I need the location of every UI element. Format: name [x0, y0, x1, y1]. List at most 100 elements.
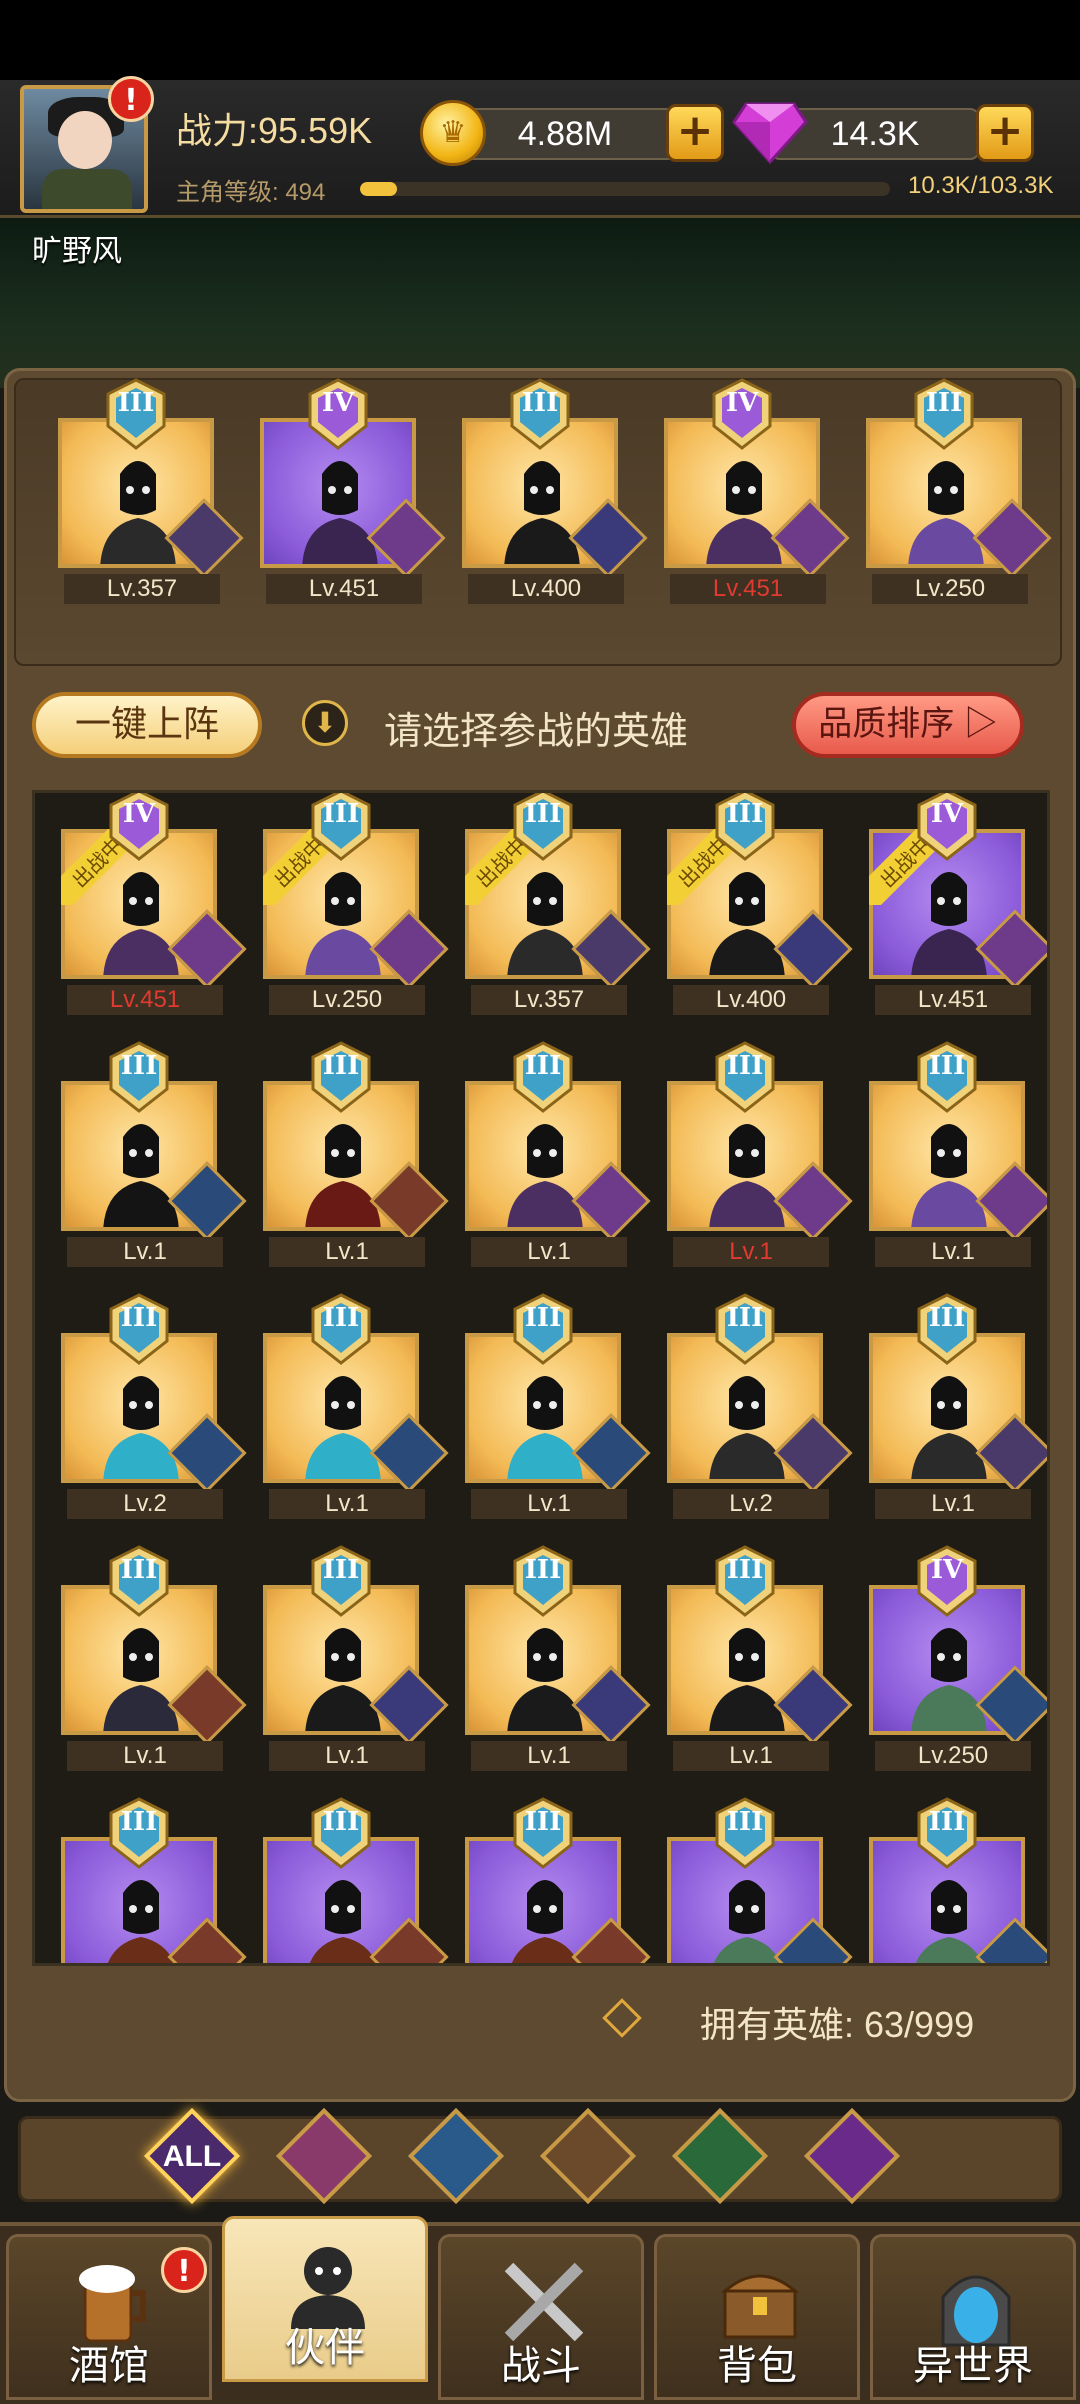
- lineup-hero-card[interactable]: IV Lv.451: [260, 378, 446, 604]
- hero-level: Lv.1: [269, 1237, 425, 1267]
- player-name: 旷野风: [32, 235, 122, 268]
- roster-hero-card[interactable]: III Lv.1: [465, 1545, 651, 1771]
- xp-progress-fill: [360, 182, 398, 196]
- rank-label: III: [524, 1051, 562, 1081]
- all-filter-button[interactable]: ALL: [143, 2107, 241, 2205]
- rank-badge-icon: III: [509, 1545, 577, 1617]
- roster-hero-card[interactable]: III Lv.1: [465, 1041, 651, 1267]
- rank-label: III: [928, 1051, 966, 1081]
- nav-partners-button[interactable]: 伙伴: [222, 2216, 428, 2382]
- rank-badge-icon: III: [711, 1797, 779, 1869]
- rank-label: III: [524, 799, 562, 829]
- nav-battle-button[interactable]: 战斗: [438, 2234, 644, 2400]
- crowned-king-icon: [705, 1615, 789, 1731]
- rank-label: III: [322, 799, 360, 829]
- arrow-right-icon: ▷: [963, 705, 998, 743]
- horned-skull-demon-icon: [298, 448, 382, 564]
- filter-label: ALL: [162, 2140, 222, 2173]
- roster-hero-card[interactable]: 出战中 III Lv.250: [263, 793, 449, 1015]
- nav-tavern-button[interactable]: 酒馆!: [6, 2234, 212, 2400]
- rank-label: III: [322, 1051, 360, 1081]
- nav-backpack-button[interactable]: 背包: [654, 2234, 860, 2400]
- roster-hero-card[interactable]: 出战中 IV Lv.451: [869, 793, 1047, 1015]
- roster-hero-card[interactable]: III Lv.1: [465, 1293, 651, 1519]
- lineup-hero-card[interactable]: IV Lv.451: [664, 378, 850, 604]
- elf-filter-button[interactable]: [671, 2107, 769, 2205]
- crowned-king-icon: [500, 448, 584, 564]
- rank-badge-icon: III: [711, 793, 779, 861]
- purple-horned-brute-icon: [904, 448, 988, 564]
- rank-badge-icon: III: [913, 1797, 981, 1869]
- roster-hero-card[interactable]: III Lv.2: [61, 1293, 247, 1519]
- roster-hero-card[interactable]: III Lv.1: [869, 1041, 1047, 1267]
- roster-hero-card[interactable]: III Lv.1: [61, 1041, 247, 1267]
- maned-beast-icon: [301, 1867, 385, 1963]
- rank-label: III: [928, 1303, 966, 1333]
- roster-hero-card[interactable]: III Lv.1: [61, 1545, 247, 1771]
- murloc-filter-button[interactable]: [407, 2107, 505, 2205]
- roster-hero-card[interactable]: III: [869, 1797, 1047, 1963]
- avatar-alert-icon: !: [108, 76, 154, 122]
- roster-hero-card[interactable]: III Lv.1: [263, 1545, 449, 1771]
- hero-level: Lv.1: [471, 1741, 627, 1771]
- human-crown-filter-button[interactable]: [275, 2107, 373, 2205]
- elf-filter-icon: [671, 2107, 769, 2205]
- rank-badge-icon: III: [105, 1797, 173, 1869]
- rank-label: III: [117, 388, 155, 418]
- roster-hero-card[interactable]: III Lv.1: [667, 1041, 853, 1267]
- hero-level: Lv.357: [471, 985, 627, 1015]
- rank-label: IV: [930, 799, 964, 829]
- status-bar: [0, 0, 1080, 80]
- rank-badge-icon: III: [307, 1545, 375, 1617]
- rank-badge-icon: IV: [913, 1545, 981, 1617]
- roster-hero-card[interactable]: III: [61, 1797, 247, 1963]
- rank-badge-icon: III: [506, 378, 574, 450]
- rank-label: III: [524, 1555, 562, 1585]
- lineup-hero-card[interactable]: III Lv.250: [866, 378, 1052, 604]
- maned-beast-icon: [503, 1867, 587, 1963]
- roster-hero-card[interactable]: III Lv.2: [667, 1293, 853, 1519]
- blue-haired-siren-icon: [503, 1363, 587, 1479]
- auto-deploy-button[interactable]: 一键上阵: [32, 692, 262, 758]
- roster-hero-card[interactable]: III: [667, 1797, 853, 1963]
- roster-hero-card[interactable]: 出战中 III Lv.357: [465, 793, 651, 1015]
- rank-label: III: [521, 388, 559, 418]
- add-gems-button[interactable]: +: [976, 104, 1034, 162]
- rank-label: III: [120, 1807, 158, 1837]
- shadow-assassin-icon: [99, 1111, 183, 1227]
- nav-otherworld-button[interactable]: 异世界: [870, 2234, 1076, 2400]
- lion-beast-filter-button[interactable]: [539, 2107, 637, 2205]
- roster-hero-card[interactable]: III Lv.1: [667, 1545, 853, 1771]
- nav-label: 战斗: [501, 2344, 581, 2388]
- hero-level: Lv.250: [872, 574, 1028, 604]
- roster-hero-card[interactable]: 出战中 III Lv.400: [667, 793, 853, 1015]
- demon-filter-button[interactable]: [803, 2107, 901, 2205]
- roster-hero-card[interactable]: 出战中 IV Lv.451: [61, 793, 247, 1015]
- forest-background: [0, 218, 1080, 388]
- quality-sort-label: 品质排序: [818, 705, 955, 743]
- hero-roster-grid[interactable]: 出战中 IV Lv.451 出战中 III Lv.250 出战中 III Lv.357 出战中 II…: [32, 790, 1050, 1966]
- rank-label: III: [726, 799, 764, 829]
- arrow-down-icon: ⬇: [302, 700, 348, 746]
- player-level: 主角等级: 494: [176, 179, 326, 206]
- add-gold-button[interactable]: +: [666, 104, 724, 162]
- hero-level: Lv.451: [875, 985, 1031, 1015]
- hero-level: Lv.400: [673, 985, 829, 1015]
- lineup-hero-card[interactable]: III Lv.400: [462, 378, 648, 604]
- rank-badge-icon: III: [509, 1041, 577, 1113]
- quality-sort-button[interactable]: 品质排序 ▷: [792, 692, 1024, 758]
- roster-hero-card[interactable]: III Lv.1: [263, 1293, 449, 1519]
- rank-label: III: [120, 1555, 158, 1585]
- hero-level: Lv.1: [673, 1741, 829, 1771]
- rank-label: IV: [321, 388, 355, 418]
- roster-hero-card[interactable]: III: [263, 1797, 449, 1963]
- lineup-hero-card[interactable]: III Lv.357: [58, 378, 244, 604]
- nav-label: 异世界: [913, 2344, 1033, 2388]
- roster-hero-card[interactable]: III Lv.1: [869, 1293, 1047, 1519]
- roster-hero-card[interactable]: III: [465, 1797, 651, 1963]
- rank-label: III: [726, 1807, 764, 1837]
- rank-badge-icon: IV: [913, 793, 981, 861]
- roster-hero-card[interactable]: III Lv.1: [263, 1041, 449, 1267]
- rank-label: IV: [725, 388, 759, 418]
- roster-hero-card[interactable]: IV Lv.250: [869, 1545, 1047, 1771]
